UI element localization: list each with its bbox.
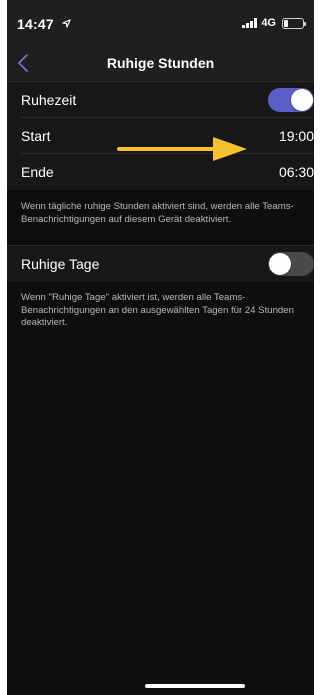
end-time-value: 06:30 bbox=[278, 164, 314, 180]
page-title: Ruhige Stunden bbox=[106, 55, 215, 71]
cellular-signal-icon bbox=[242, 18, 258, 28]
status-indicators: 4G bbox=[242, 17, 306, 29]
toggle-knob bbox=[269, 253, 291, 275]
phone-screen: 14:47 4G Ruhige Stunden Ruhezeit Start 1… bbox=[7, 0, 314, 695]
quiet-days-row: Ruhige Tage bbox=[7, 245, 314, 282]
quiet-days-toggle[interactable] bbox=[268, 252, 314, 276]
end-time-label: Ende bbox=[21, 164, 54, 180]
quiet-hours-toggle[interactable] bbox=[268, 88, 314, 112]
status-bar: 14:47 4G bbox=[7, 0, 314, 46]
annotation-arrow-icon bbox=[117, 137, 247, 161]
status-time-text: 14:47 bbox=[17, 16, 54, 32]
start-time-label: Start bbox=[21, 128, 51, 144]
battery-tip bbox=[304, 21, 306, 26]
toggle-knob bbox=[291, 89, 313, 111]
quiet-hours-label: Ruhezeit bbox=[21, 92, 77, 108]
home-indicator[interactable] bbox=[145, 684, 245, 688]
quiet-days-description: Wenn "Ruhige Tage" aktiviert ist, werden… bbox=[21, 292, 294, 328]
status-time: 14:47 bbox=[17, 16, 71, 32]
battery-icon bbox=[282, 17, 306, 29]
start-time-value: 19:00 bbox=[278, 128, 314, 144]
quiet-days-label: Ruhige Tage bbox=[21, 256, 100, 272]
network-type: 4G bbox=[261, 17, 276, 29]
quiet-hours-description: Wenn tägliche ruhige Stunden aktiviert s… bbox=[21, 201, 294, 225]
location-arrow-icon bbox=[62, 19, 71, 28]
quiet-hours-row: Ruhezeit bbox=[7, 82, 314, 118]
navigation-bar: Ruhige Stunden bbox=[7, 46, 314, 82]
battery-level bbox=[284, 19, 288, 27]
